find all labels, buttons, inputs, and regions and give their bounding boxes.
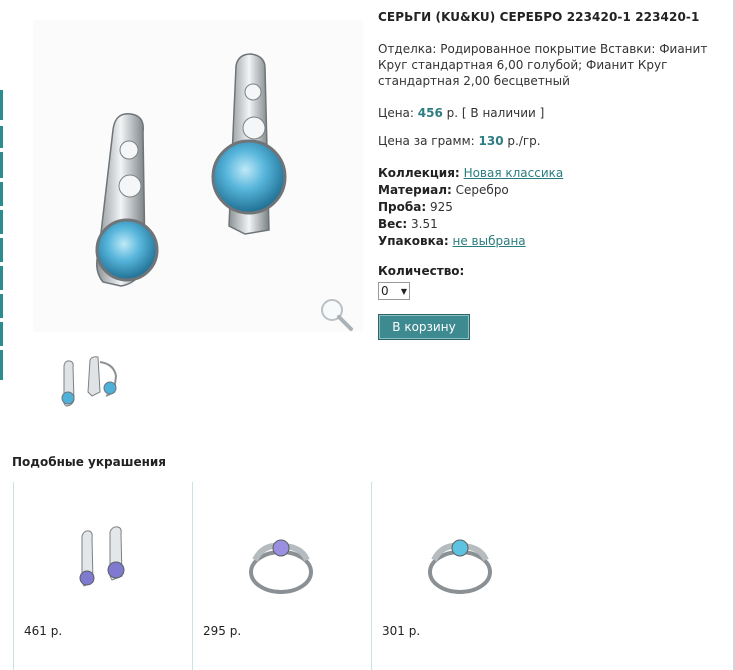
similar-item-price: 301 р. (382, 624, 421, 638)
material-value: Серебро (455, 183, 509, 197)
package-link[interactable]: не выбрана (453, 234, 526, 248)
package-row: Упаковка: не выбрана (378, 233, 723, 250)
earrings-icon (79, 526, 125, 587)
product-thumbnail[interactable] (52, 352, 126, 414)
ring-icon (249, 539, 313, 594)
price-suffix: р. [ В наличии ] (446, 106, 545, 120)
chevron-down-icon: ▼ (400, 286, 407, 296)
add-to-cart-button[interactable]: В корзину (378, 314, 470, 340)
product-attributes: Коллекция: Новая классика Материал: Сере… (378, 165, 723, 250)
material-row: Материал: Серебро (378, 182, 723, 199)
weight-row: Вес: 3.51 (378, 216, 723, 233)
quantity-select[interactable]: 0 ▼ (378, 282, 410, 300)
gram-price-line: Цена за грамм: 130 р./гр. (378, 134, 723, 148)
similar-item[interactable]: 301 р. (371, 482, 550, 670)
price-label: Цена: (378, 106, 414, 120)
similar-item[interactable]: 461 р. (13, 482, 192, 670)
weight-value: 3.51 (411, 217, 438, 231)
product-main-image[interactable] (33, 20, 363, 332)
gram-price-value: 130 (478, 134, 504, 148)
price-line: Цена: 456 р. [ В наличии ] (378, 106, 723, 120)
similar-item-price: 295 р. (203, 624, 242, 638)
gram-price-label: Цена за грамм: (378, 134, 475, 148)
quantity-value: 0 (381, 284, 389, 298)
proba-label: Проба: (378, 200, 427, 214)
product-title: СЕРЬГИ (KU&KU) СЕРЕБРО 223420-1 223420-1 (378, 10, 700, 24)
product-info: СЕРЬГИ (KU&KU) СЕРЕБРО 223420-1 223420-1… (378, 10, 723, 340)
zoom-icon[interactable] (318, 296, 354, 332)
material-label: Материал: (378, 183, 452, 197)
similar-item[interactable]: 295 р. (192, 482, 371, 670)
proba-row: Проба: 925 (378, 199, 723, 216)
earrings-image (95, 53, 287, 287)
collection-link[interactable]: Новая классика (464, 166, 564, 180)
product-description: Отделка: Родированное покрытие Вставки: … (378, 42, 708, 88)
price-value: 456 (417, 106, 443, 120)
similar-item-price: 461 р. (24, 624, 63, 638)
collection-label: Коллекция: (378, 166, 460, 180)
weight-label: Вес: (378, 217, 408, 231)
ring-icon (428, 539, 492, 594)
quantity-label: Количество: (378, 264, 465, 278)
proba-value: 925 (429, 200, 453, 214)
earrings-thumb-icon (61, 356, 118, 407)
similar-section-title: Подобные украшения (12, 455, 167, 469)
package-label: Упаковка: (378, 234, 449, 248)
left-rail (0, 0, 4, 670)
gram-price-suffix: р./гр. (507, 134, 541, 148)
collection-row: Коллекция: Новая классика (378, 165, 723, 182)
